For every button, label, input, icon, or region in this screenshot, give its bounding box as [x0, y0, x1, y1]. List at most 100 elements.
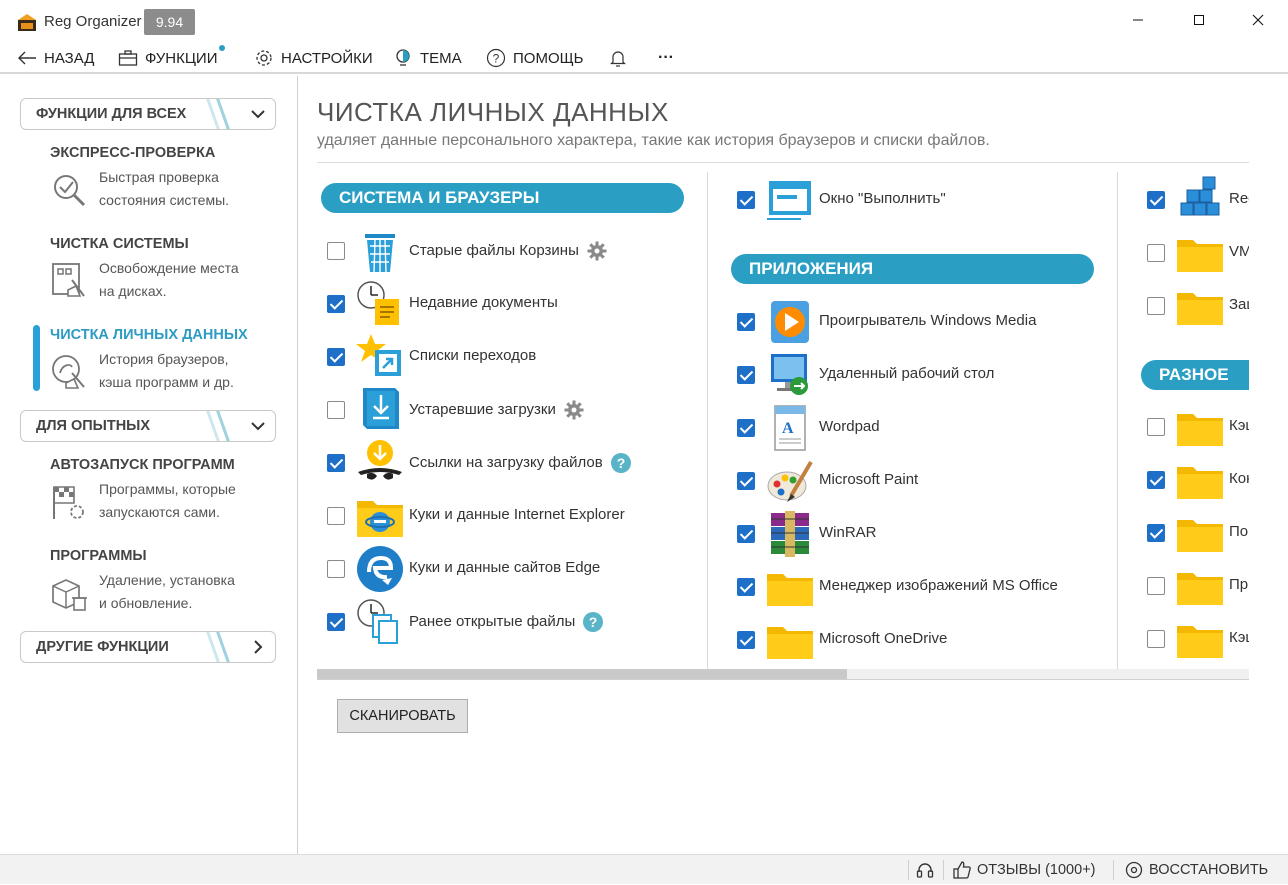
checkbox-col3-3[interactable] — [1147, 577, 1165, 595]
checkbox-col1-3[interactable] — [327, 401, 345, 419]
item-label-col1-5[interactable]: Куки и данные Internet Explorer — [409, 506, 625, 523]
list-item: Microsoft OneDrive — [737, 615, 1117, 665]
checkbox-col3-0[interactable] — [1147, 418, 1165, 436]
stripes-decoration-icon — [206, 99, 230, 129]
nav-express-check[interactable]: ЭКСПРЕСС-ПРОВЕРКА Быстрая проверка состоя… — [50, 145, 290, 208]
nav-autorun-desc: Программы, которые запускаются сами. — [99, 481, 236, 520]
scan-button[interactable]: СКАНИРОВАТЬ — [337, 699, 468, 733]
item-label-text: Куки и данные сайтов Edge — [409, 559, 601, 576]
item-label-col2-2[interactable]: Wordpad — [819, 418, 880, 435]
list-item: Ранее открытые файлы? — [327, 597, 707, 647]
folder-icon — [765, 615, 815, 665]
item-label-col2-5[interactable]: Менеджер изображений MS Office — [819, 577, 1058, 594]
more-button[interactable]: ··· — [658, 45, 674, 71]
item-settings-gear-icon[interactable] — [587, 241, 607, 261]
item-label-run-dialog[interactable]: Окно "Выполнить" — [819, 190, 946, 207]
status-separator — [908, 860, 909, 880]
item-label-col3-4[interactable]: Кэш — [1229, 629, 1249, 646]
folder-icon — [1175, 508, 1225, 558]
item-label-col2-4[interactable]: WinRAR — [819, 524, 877, 541]
item-label-col1-0[interactable]: Старые файлы Корзины — [409, 241, 607, 261]
notifications-button[interactable] — [608, 45, 635, 71]
checkbox-run-dialog[interactable] — [737, 191, 755, 209]
group-other-functions[interactable]: ДРУГИЕ ФУНКЦИИ — [20, 631, 276, 663]
scrollbar-thumb[interactable] — [317, 669, 847, 679]
item-label-col2-0[interactable]: Проигрыватель Windows Media — [819, 312, 1036, 329]
title-bar: Reg Organizer 9.94 — [0, 0, 1288, 42]
group-for-advanced[interactable]: ДЛЯ ОПЫТНЫХ — [20, 410, 276, 442]
item-label-col2-3[interactable]: Microsoft Paint — [819, 471, 918, 488]
reviews-button[interactable]: ОТЗЫВЫ (1000+) — [952, 855, 1096, 885]
item-label-col1-4[interactable]: Ссылки на загрузку файлов? — [409, 453, 631, 473]
checkbox-col1-7[interactable] — [327, 613, 345, 631]
divider — [317, 679, 1249, 680]
maximize-button[interactable] — [1176, 0, 1222, 40]
back-button[interactable]: НАЗАД — [17, 45, 94, 71]
help-button[interactable]: ? ПОМОЩЬ — [486, 45, 584, 71]
checkbox-col3-top-0[interactable] — [1147, 191, 1165, 209]
checkbox-col1-5[interactable] — [327, 507, 345, 525]
theme-button[interactable]: ТЕМА — [393, 45, 462, 71]
item-label-col1-6[interactable]: Куки и данные сайтов Edge — [409, 559, 600, 576]
checkbox-col2-6[interactable] — [737, 631, 755, 649]
checkbox-col2-4[interactable] — [737, 525, 755, 543]
windows-media-player-icon — [765, 297, 815, 347]
item-label-col1-3[interactable]: Устаревшие загрузки — [409, 400, 584, 420]
checkbox-col1-1[interactable] — [327, 295, 345, 313]
checkbox-col3-top-1[interactable] — [1147, 244, 1165, 262]
item-label-col3-3[interactable]: Пр — [1229, 576, 1248, 593]
group-functions-for-all[interactable]: ФУНКЦИИ ДЛЯ ВСЕХ — [20, 98, 276, 130]
checkbox-col2-0[interactable] — [737, 313, 755, 331]
checkbox-col1-0[interactable] — [327, 242, 345, 260]
item-help-icon[interactable]: ? — [610, 453, 631, 473]
nav-autorun[interactable]: АВТОЗАПУСК ПРОГРАММ Программы, которые за… — [50, 457, 290, 520]
restore-button[interactable]: ВОССТАНОВИТЬ — [1124, 855, 1268, 885]
item-settings-gear-icon[interactable] — [564, 400, 584, 420]
checkbox-col1-4[interactable] — [327, 454, 345, 472]
checkbox-col3-top-2[interactable] — [1147, 297, 1165, 315]
status-separator — [1113, 860, 1114, 880]
checkbox-col3-1[interactable] — [1147, 471, 1165, 489]
checkbox-col2-2[interactable] — [737, 419, 755, 437]
nav-programs[interactable]: ПРОГРАММЫ Удаление, установка и обновлени… — [50, 548, 290, 611]
checkbox-col2-1[interactable] — [737, 366, 755, 384]
minimize-button[interactable] — [1115, 0, 1161, 40]
list-item: Окно "Выполнить" — [737, 175, 1117, 225]
checkbox-col2-5[interactable] — [737, 578, 755, 596]
item-label-col3-top-0[interactable]: Reg — [1229, 190, 1249, 207]
checkbox-col3-4[interactable] — [1147, 630, 1165, 648]
nav-express-check-title: ЭКСПРЕСС-ПРОВЕРКА — [50, 145, 216, 161]
close-icon — [1252, 14, 1264, 26]
item-label-col3-2[interactable]: Поı — [1229, 523, 1249, 540]
list-item: Кон — [1147, 455, 1249, 505]
app-logo-icon — [18, 14, 36, 31]
support-button[interactable] — [915, 855, 935, 885]
checkbox-col3-2[interactable] — [1147, 524, 1165, 542]
item-label-col1-7[interactable]: Ранее открытые файлы? — [409, 612, 604, 632]
item-label-col3-top-2[interactable]: Заш — [1229, 296, 1249, 313]
settings-button[interactable]: НАСТРОЙКИ — [254, 45, 373, 71]
app-title: Reg Organizer — [44, 13, 142, 30]
functions-button[interactable]: ФУНКЦИИ — [118, 45, 225, 71]
nav-private-data-cleanup[interactable]: ЧИСТКА ЛИЧНЫХ ДАННЫХ История браузеров, к… — [50, 327, 290, 390]
nav-system-cleanup[interactable]: ЧИСТКА СИСТЕМЫ Освобождение места на диск… — [50, 236, 290, 299]
item-label-col1-1[interactable]: Недавние документы — [409, 294, 558, 311]
close-button[interactable] — [1235, 0, 1281, 40]
folder-icon — [1175, 614, 1225, 664]
item-help-icon[interactable]: ? — [583, 612, 604, 632]
magnifier-check-icon — [54, 175, 86, 207]
item-label-col2-1[interactable]: Удаленный рабочий стол — [819, 365, 994, 382]
item-label-col1-2[interactable]: Списки переходов — [409, 347, 536, 364]
item-label-text: Куки и данные Internet Explorer — [409, 506, 625, 523]
list-item: Заш — [1147, 281, 1249, 331]
list-item: Кэш — [1147, 402, 1249, 452]
item-label-col3-0[interactable]: Кэш — [1229, 417, 1249, 434]
chevron-down-icon — [251, 422, 265, 431]
restore-icon — [1125, 861, 1143, 879]
checkbox-col1-6[interactable] — [327, 560, 345, 578]
item-label-col2-6[interactable]: Microsoft OneDrive — [819, 630, 947, 647]
item-label-col3-top-1[interactable]: VM — [1229, 243, 1249, 260]
checkbox-col1-2[interactable] — [327, 348, 345, 366]
item-label-col3-1[interactable]: Кон — [1229, 470, 1249, 487]
checkbox-col2-3[interactable] — [737, 472, 755, 490]
